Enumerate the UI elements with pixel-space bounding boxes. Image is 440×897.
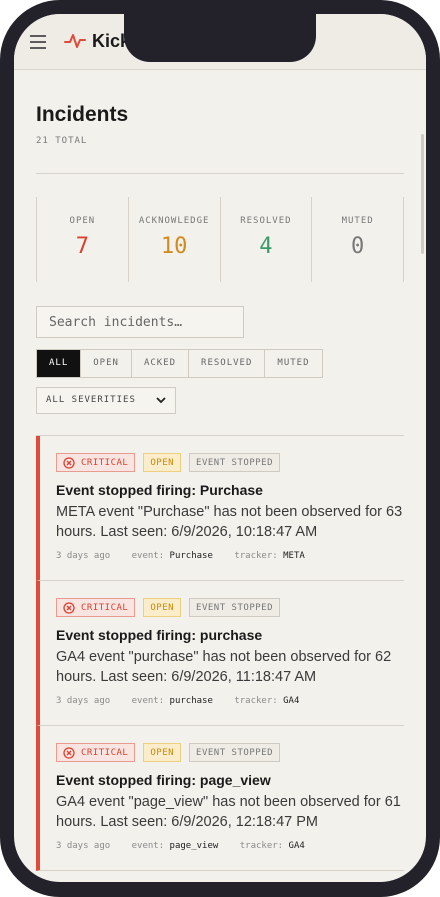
- status-badge: OPEN: [143, 453, 182, 472]
- incident-title: Event stopped firing: Purchase: [56, 482, 263, 498]
- severity-select-value: ALL SEVERITIES: [46, 395, 136, 405]
- severity-label: CRITICAL: [81, 748, 129, 758]
- incident-card[interactable]: CRITICAL OPEN EVENT STOPPED Event stoppe…: [36, 726, 404, 871]
- incident-list: CRITICAL OPEN EVENT STOPPED Event stoppe…: [36, 435, 404, 871]
- event-label: event:: [131, 696, 165, 706]
- circle-x-icon: [63, 747, 75, 759]
- circle-x-icon: [63, 602, 75, 614]
- device-notch: [124, 14, 316, 62]
- divider: [36, 173, 404, 174]
- severity-select[interactable]: ALL SEVERITIES: [36, 387, 176, 414]
- type-badge: EVENT STOPPED: [189, 453, 280, 472]
- pulse-icon: [64, 34, 86, 48]
- severity-label: CRITICAL: [81, 603, 129, 613]
- status-badge: OPEN: [143, 598, 182, 617]
- status-badge: OPEN: [143, 743, 182, 762]
- incident-title: Event stopped firing: page_view: [56, 772, 271, 788]
- circle-x-icon: [63, 457, 75, 469]
- incident-age: 3 days ago: [56, 841, 111, 851]
- stat-label: MUTED: [341, 216, 374, 226]
- stat-open[interactable]: OPEN 7: [36, 197, 129, 282]
- incident-description: GA4 event "purchase" has not been observ…: [56, 649, 392, 685]
- event-label: event:: [131, 841, 165, 851]
- severity-badge: CRITICAL: [56, 598, 136, 617]
- stats-row: OPEN 7 ACKNOWLEDGE 10 RESOLVED 4 MUTED 0: [36, 197, 404, 282]
- filter-all[interactable]: ALL: [37, 350, 82, 377]
- incident-title: Event stopped firing: purchase: [56, 627, 263, 643]
- event-name: Purchase: [169, 551, 213, 561]
- incident-description: META event "Purchase" has not been obser…: [56, 504, 403, 540]
- tracker-label: tracker:: [234, 551, 278, 561]
- chevron-down-icon: [156, 397, 166, 404]
- device-frame: Kickb Incidents 21 TOTAL OPEN 7 ACKNOWLE…: [0, 0, 440, 897]
- incident-badges: CRITICAL OPEN EVENT STOPPED: [56, 598, 280, 617]
- page-title: Incidents: [36, 103, 129, 126]
- severity-badge: CRITICAL: [56, 453, 136, 472]
- stat-muted[interactable]: MUTED 0: [312, 197, 404, 282]
- severity-badge: CRITICAL: [56, 743, 136, 762]
- incident-age: 3 days ago: [56, 551, 111, 561]
- stat-label: ACKNOWLEDGE: [138, 216, 210, 226]
- event-name: page_view: [169, 841, 219, 851]
- filter-muted[interactable]: MUTED: [265, 350, 322, 377]
- tracker-name: GA4: [283, 696, 300, 706]
- stat-value: 7: [75, 234, 89, 259]
- hamburger-icon[interactable]: [30, 35, 46, 49]
- filter-resolved[interactable]: RESOLVED: [189, 350, 266, 377]
- incident-age: 3 days ago: [56, 696, 111, 706]
- tracker-label: tracker:: [234, 696, 278, 706]
- filter-acked[interactable]: ACKED: [131, 350, 190, 377]
- event-label: event:: [131, 551, 165, 561]
- incident-badges: CRITICAL OPEN EVENT STOPPED: [56, 743, 280, 762]
- total-count: 21 TOTAL: [36, 136, 88, 146]
- tracker-name: GA4: [288, 841, 305, 851]
- severity-label: CRITICAL: [81, 458, 129, 468]
- search-input[interactable]: [36, 306, 244, 338]
- stat-label: RESOLVED: [240, 216, 292, 226]
- incident-meta: 3 days ago event: page_view tracker: GA4: [56, 841, 321, 851]
- filter-open[interactable]: OPEN: [81, 350, 132, 377]
- scrollbar[interactable]: [421, 134, 424, 254]
- stat-value: 10: [160, 234, 188, 259]
- status-filter-group: ALL OPEN ACKED RESOLVED MUTED: [36, 349, 323, 378]
- incident-description: GA4 event "page_view" has not been obser…: [56, 794, 401, 830]
- stat-value: 4: [259, 234, 273, 259]
- type-badge: EVENT STOPPED: [189, 743, 280, 762]
- incident-badges: CRITICAL OPEN EVENT STOPPED: [56, 453, 280, 472]
- stat-value: 0: [351, 234, 365, 259]
- event-name: purchase: [169, 696, 213, 706]
- stat-label: OPEN: [69, 216, 96, 226]
- stat-acknowledged[interactable]: ACKNOWLEDGE 10: [129, 197, 221, 282]
- incident-card[interactable]: CRITICAL OPEN EVENT STOPPED Event stoppe…: [36, 436, 404, 581]
- incident-meta: 3 days ago event: Purchase tracker: META: [56, 551, 321, 561]
- incident-meta: 3 days ago event: purchase tracker: GA4: [56, 696, 315, 706]
- stat-resolved[interactable]: RESOLVED 4: [221, 197, 313, 282]
- incident-card[interactable]: CRITICAL OPEN EVENT STOPPED Event stoppe…: [36, 581, 404, 726]
- app-screen: Kickb Incidents 21 TOTAL OPEN 7 ACKNOWLE…: [14, 14, 426, 882]
- type-badge: EVENT STOPPED: [189, 598, 280, 617]
- tracker-label: tracker:: [239, 841, 284, 851]
- tracker-name: META: [283, 551, 305, 561]
